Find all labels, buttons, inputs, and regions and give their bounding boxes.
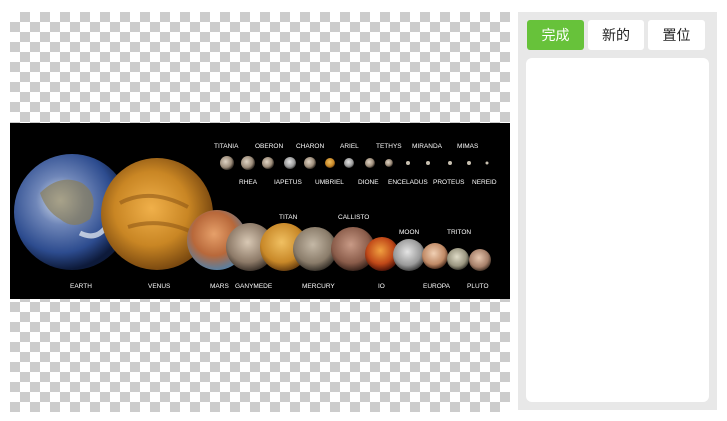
label-earth: EARTH — [70, 283, 92, 290]
label-tethys: TETHYS — [376, 143, 402, 150]
label-ganymede: GANYMEDE — [235, 283, 273, 290]
image-canvas[interactable]: TITANIA OBERON CHARON ARIEL TETHYS MIRAN… — [10, 12, 510, 412]
label-oberon: OBERON — [255, 143, 283, 150]
label-mimas: MIMAS — [457, 143, 479, 150]
label-mars: MARS — [210, 283, 229, 290]
side-panel: 完成 新的 置位 — [518, 12, 717, 410]
label-rhea: RHEA — [239, 179, 258, 186]
label-pluto: PLUTO — [467, 283, 489, 290]
label-umbriel: UMBRIEL — [315, 179, 344, 186]
label-titan: TITAN — [279, 214, 298, 221]
new-button[interactable]: 新的 — [588, 20, 644, 50]
label-callisto: CALLISTO — [338, 214, 369, 221]
label-venus: VENUS — [148, 283, 171, 290]
label-enceladus: ENCELADUS — [388, 179, 428, 186]
label-mercury: MERCURY — [302, 283, 335, 290]
reset-button[interactable]: 置位 — [648, 20, 705, 50]
label-iapetus: IAPETUS — [274, 179, 302, 186]
label-europa: EUROPA — [423, 283, 451, 290]
label-nereid: NEREID — [472, 179, 497, 186]
label-charon: CHARON — [296, 143, 324, 150]
label-triton: TRITON — [447, 229, 471, 236]
done-button[interactable]: 完成 — [527, 20, 584, 50]
toolbar: 完成 新的 置位 — [527, 20, 705, 50]
label-proteus: PROTEUS — [433, 179, 465, 186]
label-moon: MOON — [399, 229, 420, 236]
label-io: IO — [378, 283, 385, 290]
label-titania: TITANIA — [214, 143, 239, 150]
label-ariel: ARIEL — [340, 143, 359, 150]
panel-content-area — [526, 58, 709, 402]
solar-system-image: TITANIA OBERON CHARON ARIEL TETHYS MIRAN… — [10, 123, 510, 299]
label-dione: DIONE — [358, 179, 379, 186]
label-miranda: MIRANDA — [412, 143, 443, 150]
